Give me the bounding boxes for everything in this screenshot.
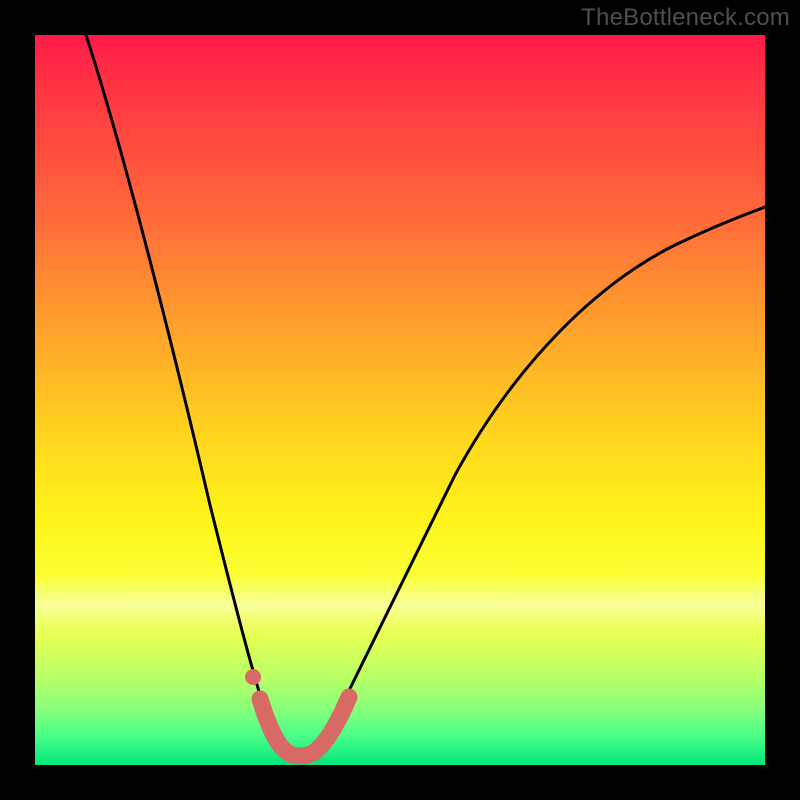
bottleneck-curve <box>86 35 765 753</box>
highlight-segment <box>260 697 349 756</box>
plot-area <box>35 35 765 765</box>
watermark-text: TheBottleneck.com <box>581 4 790 32</box>
chart-container: TheBottleneck.com <box>0 0 800 800</box>
highlight-dot-icon <box>245 669 261 685</box>
curve-layer <box>35 35 765 765</box>
